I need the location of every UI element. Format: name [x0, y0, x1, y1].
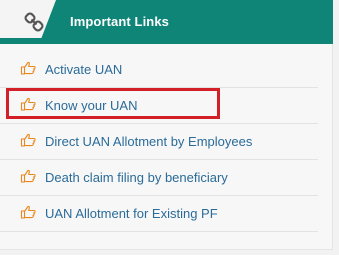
link-label[interactable]: UAN Allotment for Existing PF	[45, 206, 218, 221]
list-item-direct-uan-allotment[interactable]: Direct UAN Allotment by Employees	[0, 124, 318, 160]
pointing-hand-icon	[20, 133, 36, 147]
panel-header: Important Links	[0, 0, 333, 44]
pointing-hand-icon	[20, 205, 36, 219]
panel-title: Important Links	[70, 14, 170, 29]
link-label[interactable]: Death claim filing by beneficiary	[45, 170, 228, 185]
links-list: Activate UAN Know your UAN Direct UAN Al…	[0, 52, 333, 232]
link-label[interactable]: Activate UAN	[45, 62, 122, 77]
list-item-activate-uan[interactable]: Activate UAN	[0, 52, 318, 88]
link-label[interactable]: Direct UAN Allotment by Employees	[45, 134, 252, 149]
important-links-panel: Important Links Activate UAN Know your U…	[0, 0, 333, 250]
list-item-death-claim-filing[interactable]: Death claim filing by beneficiary	[0, 160, 318, 196]
highlight-box	[6, 88, 220, 119]
link-icon	[24, 12, 44, 32]
pointing-hand-icon	[20, 169, 36, 183]
pointing-hand-icon	[20, 61, 36, 75]
list-item-uan-allotment-existing-pf[interactable]: UAN Allotment for Existing PF	[0, 196, 318, 232]
